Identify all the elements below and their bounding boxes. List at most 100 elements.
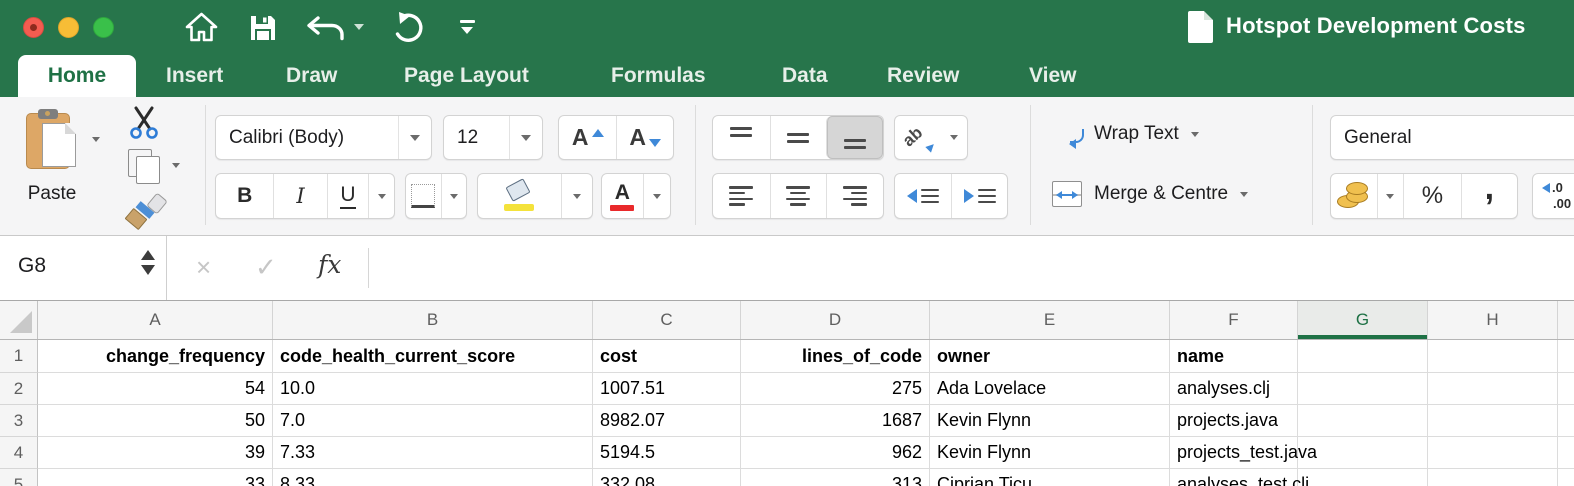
name-box[interactable]: G8 — [18, 254, 46, 278]
font-size-combobox[interactable]: 12 — [443, 115, 543, 160]
font-name-combobox[interactable]: Calibri (Body) — [215, 115, 432, 160]
cell-g1[interactable] — [1298, 340, 1428, 373]
column-header-c[interactable]: C — [593, 301, 741, 339]
increase-indent-button[interactable] — [951, 174, 1007, 218]
column-header-e[interactable]: E — [930, 301, 1170, 339]
cancel-icon[interactable]: × — [196, 252, 211, 283]
undo-dropdown-icon[interactable] — [354, 24, 364, 30]
tab-review[interactable]: Review — [887, 55, 959, 97]
align-bottom-button[interactable] — [826, 116, 883, 159]
cell-h2[interactable] — [1428, 373, 1558, 405]
minimize-icon[interactable] — [58, 17, 79, 38]
cell-b1[interactable]: code_health_current_score — [273, 340, 593, 373]
select-all-corner[interactable] — [0, 301, 38, 339]
borders-dropdown-icon[interactable] — [441, 174, 466, 218]
cell-b5[interactable]: 8.33 — [273, 469, 593, 486]
fill-color-dropdown-icon[interactable] — [561, 174, 592, 218]
cell-d3[interactable]: 1687 — [741, 405, 930, 437]
cell-d2[interactable]: 275 — [741, 373, 930, 405]
underline-button[interactable]: U — [327, 174, 369, 218]
cell-f4[interactable]: projects_test.java — [1170, 437, 1298, 469]
cell-a3[interactable]: 50 — [38, 405, 273, 437]
cell-a4[interactable]: 39 — [38, 437, 273, 469]
tab-insert[interactable]: Insert — [166, 55, 223, 97]
cell-h1[interactable] — [1428, 340, 1558, 373]
cell-a2[interactable]: 54 — [38, 373, 273, 405]
bold-button[interactable]: B — [216, 174, 273, 218]
cell-d5[interactable]: 313 — [741, 469, 930, 486]
cell-c3[interactable]: 8982.07 — [593, 405, 741, 437]
wrap-text-dropdown-icon[interactable] — [1191, 132, 1199, 137]
grow-font-button[interactable]: A — [559, 116, 616, 159]
cell-f5[interactable]: analyses_test.clj — [1170, 469, 1298, 486]
row-header-4[interactable]: 4 — [0, 437, 38, 469]
cell-h3[interactable] — [1428, 405, 1558, 437]
cell-g4[interactable] — [1298, 437, 1428, 469]
cell-f3[interactable]: projects.java — [1170, 405, 1298, 437]
cell-g5[interactable] — [1298, 469, 1428, 486]
cell-f2[interactable]: analyses.clj — [1170, 373, 1298, 405]
italic-button[interactable]: I — [273, 174, 326, 218]
currency-button[interactable] — [1331, 174, 1377, 218]
cell-b3[interactable]: 7.0 — [273, 405, 593, 437]
cell-d4[interactable]: 962 — [741, 437, 930, 469]
column-header-d[interactable]: D — [741, 301, 930, 339]
cell-e5[interactable]: Ciprian Ticu — [930, 469, 1170, 486]
column-header-f[interactable]: F — [1170, 301, 1298, 339]
font-color-dropdown-icon[interactable] — [643, 174, 670, 218]
cell-b2[interactable]: 10.0 — [273, 373, 593, 405]
column-header-b[interactable]: B — [273, 301, 593, 339]
cell-d1[interactable]: lines_of_code — [741, 340, 930, 373]
font-name-dropdown-icon[interactable] — [398, 116, 431, 159]
tab-page-layout[interactable]: Page Layout — [404, 55, 529, 97]
cell-c4[interactable]: 5194.5 — [593, 437, 741, 469]
cell-b4[interactable]: 7.33 — [273, 437, 593, 469]
row-header-3[interactable]: 3 — [0, 405, 38, 437]
borders-button[interactable] — [405, 173, 467, 219]
align-right-button[interactable] — [826, 174, 883, 218]
merge-centre-dropdown-icon[interactable] — [1240, 192, 1248, 197]
cell-g3[interactable] — [1298, 405, 1428, 437]
decrease-indent-button[interactable] — [895, 174, 951, 218]
close-icon[interactable] — [23, 17, 44, 38]
align-left-button[interactable] — [713, 174, 770, 218]
merge-centre-button[interactable]: Merge & Centre — [1052, 181, 1248, 207]
cell-c1[interactable]: cost — [593, 340, 741, 373]
row-header-1[interactable]: 1 — [0, 340, 38, 373]
row-header-2[interactable]: 2 — [0, 373, 38, 405]
cell-a5[interactable]: 33 — [38, 469, 273, 486]
cell-e3[interactable]: Kevin Flynn — [930, 405, 1170, 437]
align-top-button[interactable] — [713, 116, 770, 159]
copy-dropdown-icon[interactable] — [172, 163, 180, 168]
cell-h4[interactable] — [1428, 437, 1558, 469]
tab-data[interactable]: Data — [782, 55, 828, 97]
paste-dropdown-icon[interactable] — [92, 137, 100, 142]
shrink-font-button[interactable]: A — [616, 116, 673, 159]
tab-draw[interactable]: Draw — [286, 55, 337, 97]
cell-a1[interactable]: change_frequency — [38, 340, 273, 373]
align-center-button[interactable] — [770, 174, 827, 218]
format-painter-icon[interactable] — [127, 195, 165, 229]
fill-color-button[interactable] — [477, 173, 593, 219]
cut-scissors-icon[interactable] — [126, 105, 162, 146]
cell-h5[interactable] — [1428, 469, 1558, 486]
formula-input[interactable] — [380, 250, 1564, 286]
insert-function-icon[interactable]: fx — [318, 250, 341, 279]
font-color-button[interactable]: A — [601, 173, 671, 219]
copy-icon[interactable] — [128, 149, 162, 185]
underline-dropdown-icon[interactable] — [368, 174, 394, 218]
cell-e1[interactable]: owner — [930, 340, 1170, 373]
increase-decimal-button[interactable]: .0 .00 — [1532, 173, 1574, 219]
cell-e4[interactable]: Kevin Flynn — [930, 437, 1170, 469]
tab-view[interactable]: View — [1029, 55, 1076, 97]
row-header-5[interactable]: 5 — [0, 469, 38, 486]
wrap-text-button[interactable]: Wrap Text — [1052, 121, 1199, 147]
zoom-icon[interactable] — [93, 17, 114, 38]
column-header-g[interactable]: G — [1298, 301, 1428, 339]
cell-c5[interactable]: 332.08 — [593, 469, 741, 486]
cell-g2[interactable] — [1298, 373, 1428, 405]
tab-home[interactable]: Home — [18, 55, 136, 97]
align-middle-button[interactable] — [770, 116, 827, 159]
cell-c2[interactable]: 1007.51 — [593, 373, 741, 405]
column-header-h[interactable]: H — [1428, 301, 1558, 339]
